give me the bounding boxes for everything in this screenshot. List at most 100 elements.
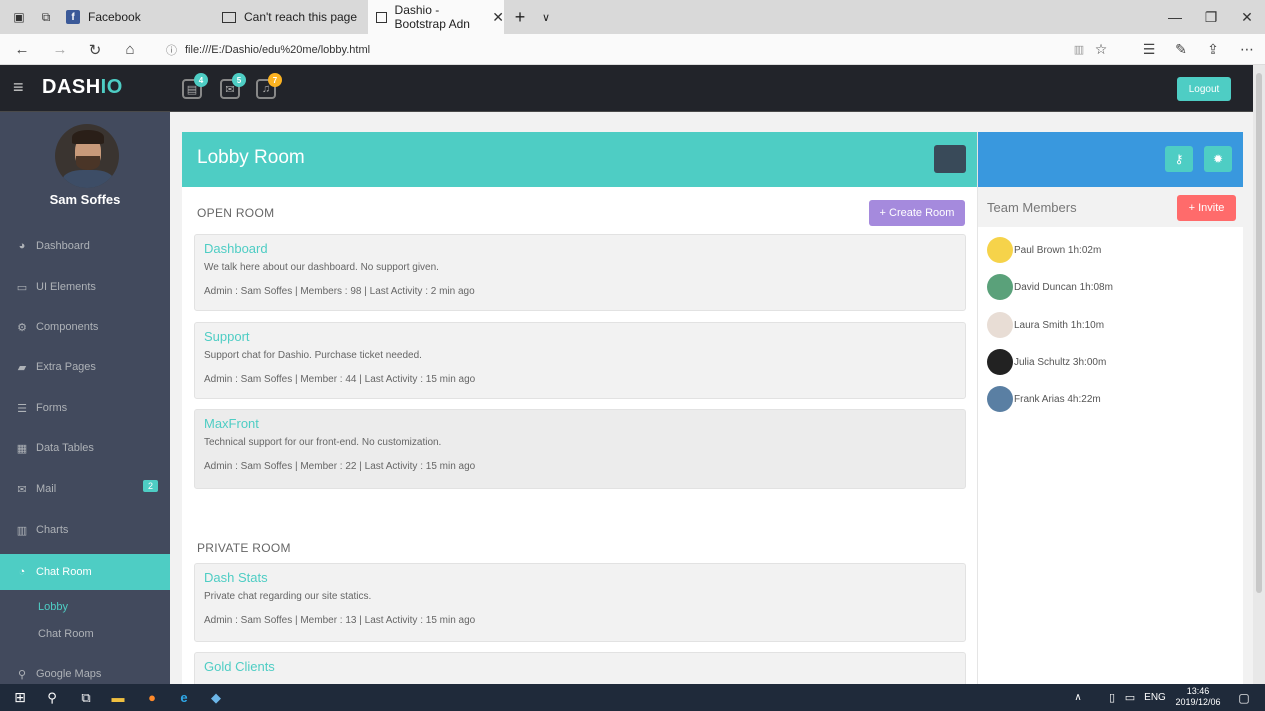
favorites-hub-icon[interactable]: ☰ [1134,34,1164,65]
sidebar-item-google-maps[interactable]: ⚲ Google Maps [0,656,170,684]
home-icon[interactable]: ⌂ [115,34,145,65]
avatar [987,349,1013,375]
bell-icon[interactable]: ♫ 7 [256,73,282,99]
logout-button[interactable]: Logout [1177,77,1231,101]
battery-icon[interactable]: ▯ [1104,684,1120,711]
sidebar-item-dashboard[interactable]: ◕ Dashboard [0,228,170,264]
room-name[interactable]: Dash Stats [204,570,268,585]
list-item[interactable]: David Duncan 1h:08m [987,274,1113,300]
logo[interactable]: DASHIO [42,76,123,99]
tasks-count-badge: 4 [194,73,208,87]
more-icon[interactable]: ⋯ [1232,34,1262,65]
tab-label: Dashio - Bootstrap Adn [394,3,470,31]
notification-center-icon[interactable]: ▢ [1232,684,1256,711]
sidebar-item-charts[interactable]: ▥ Charts [0,512,170,548]
lobby-header: Lobby Room [182,132,977,187]
windows-start-icon[interactable]: ⊞ [8,684,32,711]
list-item[interactable]: Julia Schultz 3h:00m [987,349,1106,375]
room-name[interactable]: Gold Clients [204,659,275,674]
room-meta: Admin : Sam Soffes | Member : 22 | Last … [204,461,476,472]
language-indicator[interactable]: ENG [1142,684,1168,711]
room-card[interactable]: Dashboard We talk here about our dashboa… [194,234,966,311]
create-room-button[interactable]: + Create Room [869,200,965,226]
invite-button[interactable]: + Invite [1177,195,1236,221]
room-name[interactable]: Support [204,329,250,344]
settings-gear-icon[interactable]: ✹ [1204,146,1232,172]
window-controls: — ❐ ✕ [1157,0,1265,34]
page-scrollbar[interactable] [1253,65,1265,684]
list-item[interactable]: Frank Arias 4h:22m [987,386,1101,412]
tasks-icon[interactable]: ▤ 4 [182,73,208,99]
share-icon[interactable]: ⇪ [1198,34,1228,65]
submenu-lobby[interactable]: Lobby [38,601,68,613]
header-action-button[interactable] [934,145,966,173]
member-name: Paul Brown 1h:02m [1014,244,1102,256]
sidebar-item-label: Extra Pages [36,361,96,373]
file-explorer-icon[interactable]: ▬ [106,684,130,711]
list-item[interactable]: Laura Smith 1h:10m [987,312,1104,338]
room-name[interactable]: MaxFront [204,416,259,431]
bar-chart-icon: ▥ [16,524,28,537]
tab-actions-icon[interactable]: ▣ [8,0,30,34]
app-icon[interactable]: ◆ [204,684,228,711]
sidebar-item-chat-room[interactable]: ◔ Chat Room [0,554,170,590]
scrollbar-thumb[interactable] [1256,73,1262,593]
sidebar-item-label: Data Tables [36,442,94,454]
room-card[interactable]: MaxFront Technical support for our front… [194,409,966,489]
favorite-star-icon[interactable]: ☆ [1086,34,1116,65]
sidebar-item-label: UI Elements [36,281,96,293]
room-card[interactable]: Dash Stats Private chat regarding our si… [194,563,966,642]
firefox-icon[interactable]: ● [140,684,164,711]
room-description: Support chat for Dashio. Purchase ticket… [204,350,422,361]
clock[interactable]: 13:46 2019/12/06 [1173,686,1223,708]
book-icon: ▰ [17,361,27,374]
sidebar-item-label: Dashboard [36,240,90,252]
page-icon [222,11,236,23]
url-text: file:///E:/Dashio/edu%20me/lobby.html [185,43,371,56]
key-icon[interactable]: ⚷ [1165,146,1193,172]
pen-icon[interactable]: ✎ [1166,34,1196,65]
sidebar-item-label: Google Maps [36,668,102,680]
tab-cant-reach[interactable]: Can't reach this page [214,0,364,34]
forward-icon[interactable]: → [45,34,75,65]
menu-toggle-icon[interactable]: ≡ [13,78,31,96]
sidebar-item-ui-elements[interactable]: ▭ UI Elements [0,269,170,305]
tab-list-chevron-icon[interactable]: ∨ [534,0,558,34]
close-tab-icon[interactable]: ✕ [492,9,504,26]
network-icon[interactable]: ▭ [1122,684,1138,711]
sidebar-item-forms[interactable]: ☰ Forms [0,390,170,426]
room-name[interactable]: Dashboard [204,241,268,256]
room-card[interactable]: Support Support chat for Dashio. Purchas… [194,322,966,399]
tab-dashio[interactable]: Dashio - Bootstrap Adn ✕ [368,0,504,34]
page-icon [376,11,387,23]
tab-label: Can't reach this page [244,10,358,24]
url-field[interactable]: ⓘ file:///E:/Dashio/edu%20me/lobby.html [166,34,1046,65]
sidebar-item-data-tables[interactable]: ▦ Data Tables [0,430,170,466]
minimize-icon[interactable]: — [1157,0,1193,34]
tab-facebook[interactable]: f Facebook [60,0,210,34]
sidebar-item-mail[interactable]: ✉ Mail 2 [0,471,170,507]
room-card[interactable]: Gold Clients [194,652,966,684]
sidebar-item-extra-pages[interactable]: ▰ Extra Pages [0,349,170,385]
sidebar-item-label: Components [36,321,99,333]
sidebar-item-components[interactable]: ⚙ Components [0,309,170,345]
sidebar: Sam Soffes ◕ Dashboard ▭ UI Elements ⚙ C… [0,112,170,684]
set-aside-tabs-icon[interactable]: ⧉ [36,0,56,34]
list-item[interactable]: Paul Brown 1h:02m [987,237,1101,263]
mail-icon[interactable]: ✉ 5 [220,73,246,99]
restore-icon[interactable]: ❐ [1193,0,1229,34]
search-icon[interactable]: ⚲ [40,684,64,711]
avatar [987,312,1013,338]
submenu-chat-room[interactable]: Chat Room [38,628,94,640]
edge-icon[interactable]: e [172,684,196,711]
task-view-icon[interactable]: ⧉ [74,684,98,711]
page-title: Lobby Room [197,147,305,168]
taskbar: ⊞ ⚲ ⧉ ▬ ● e ◆ ∧ ▯ ▭ ENG 13:46 2019/12/06… [0,684,1265,711]
avatar[interactable] [55,124,119,188]
room-meta: Admin : Sam Soffes | Member : 13 | Last … [204,615,476,626]
new-tab-button[interactable]: + [508,0,532,34]
chevron-up-icon[interactable]: ∧ [1068,684,1088,711]
refresh-icon[interactable]: ↻ [80,34,110,65]
back-icon[interactable]: ← [7,34,37,65]
close-window-icon[interactable]: ✕ [1229,0,1265,34]
